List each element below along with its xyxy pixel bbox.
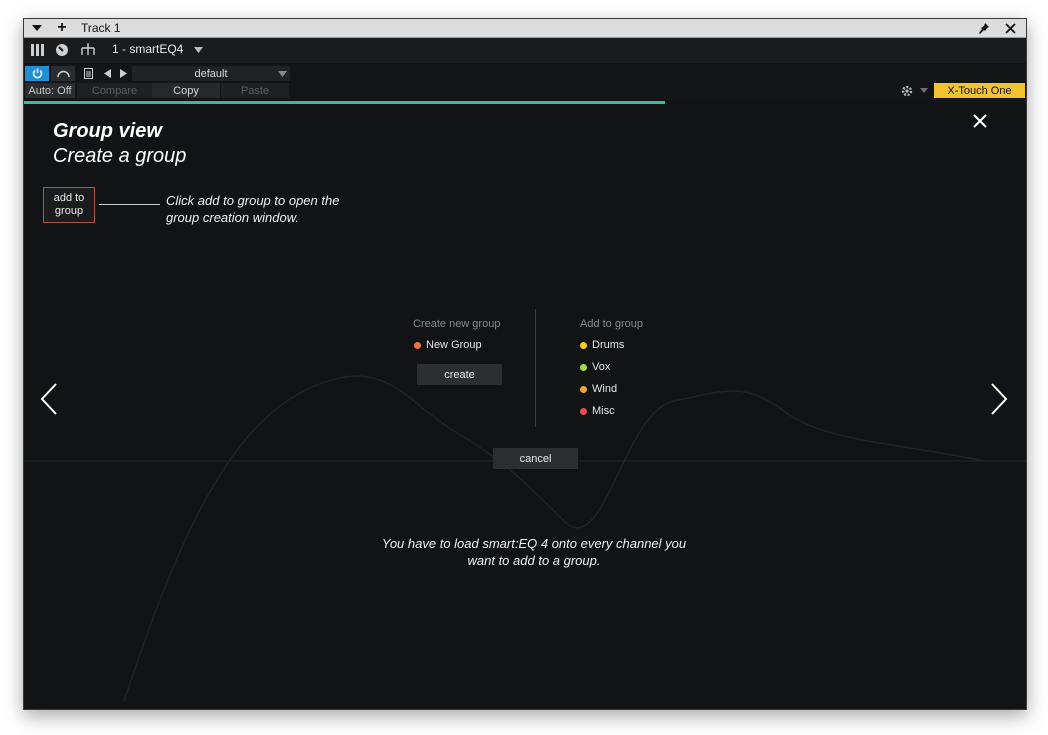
- group-item-wind[interactable]: Wind: [580, 383, 617, 395]
- pin-icon[interactable]: [976, 19, 992, 37]
- settings-dropdown-icon[interactable]: [918, 83, 930, 98]
- tutorial-subtitle: Create a group: [53, 145, 187, 167]
- group-item-misc[interactable]: Misc: [580, 405, 615, 417]
- plugin-name[interactable]: 1 - smartEQ4: [112, 42, 183, 56]
- auto-off-button[interactable]: Auto: Off: [25, 83, 75, 98]
- copy-button[interactable]: Copy: [152, 83, 220, 98]
- create-group-header: Create new group: [413, 318, 501, 330]
- vox-color-dot: [580, 363, 587, 371]
- group-label: Misc: [592, 405, 615, 417]
- power-icon[interactable]: [25, 66, 49, 81]
- tutorial-title: Group view: [53, 120, 162, 142]
- preset-select[interactable]: default: [132, 66, 290, 81]
- group-label: Vox: [592, 361, 611, 373]
- paste-button[interactable]: Paste: [221, 83, 289, 98]
- preset-dropdown-icon[interactable]: [274, 66, 290, 81]
- next-preset-icon[interactable]: [117, 66, 129, 81]
- add-to-group-label: add to group: [53, 192, 85, 217]
- group-item-drums[interactable]: Drums: [580, 339, 624, 351]
- group-label: Drums: [592, 339, 625, 351]
- window-title: Track 1: [81, 21, 121, 35]
- tutorial-hint: Click add to group to open the group cre…: [166, 193, 340, 225]
- tutorial-note: You have to load smart:EQ 4 onto every c…: [381, 536, 687, 568]
- knob-icon[interactable]: [51, 40, 73, 60]
- add-icon[interactable]: +: [55, 19, 69, 37]
- callout-line: [99, 204, 160, 205]
- chevron-down-icon[interactable]: [187, 40, 209, 60]
- controller-button[interactable]: X-Touch One: [934, 83, 1025, 98]
- dropdown-arrow-icon[interactable]: [30, 19, 44, 37]
- create-button[interactable]: create: [417, 364, 502, 385]
- group-item-vox[interactable]: Vox: [580, 361, 610, 373]
- dialog-divider: [535, 309, 536, 427]
- compare-button[interactable]: Compare: [77, 83, 152, 98]
- wind-color-dot: [580, 385, 587, 393]
- close-tutorial-icon[interactable]: [972, 109, 988, 135]
- preset-file-icon[interactable]: [80, 66, 96, 81]
- preset-bar: default Auto: Off Compare Copy Paste X-T…: [24, 64, 1026, 100]
- title-bar: + Track 1: [24, 19, 1026, 38]
- add-to-group-button[interactable]: add to group: [43, 187, 95, 223]
- routing-icon[interactable]: [77, 40, 99, 60]
- tutorial-overlay: Group view Create a group add to group C…: [24, 101, 1026, 709]
- group-label: Wind: [592, 383, 618, 395]
- new-group-color-dot: [414, 341, 421, 349]
- previous-step-icon[interactable]: [40, 383, 58, 420]
- new-group-item[interactable]: New Group: [414, 339, 482, 351]
- bars-icon[interactable]: [27, 40, 49, 60]
- prev-preset-icon[interactable]: [101, 66, 113, 81]
- add-group-header: Add to group: [580, 318, 643, 330]
- drums-color-dot: [580, 341, 587, 349]
- automation-icon[interactable]: [51, 66, 75, 81]
- cancel-button[interactable]: cancel: [493, 448, 578, 469]
- gear-icon[interactable]: [898, 83, 916, 98]
- next-step-icon[interactable]: [990, 383, 1008, 420]
- misc-color-dot: [580, 407, 587, 415]
- new-group-label: New Group: [426, 339, 482, 351]
- close-window-icon[interactable]: [1002, 19, 1018, 37]
- plugin-window: + Track 1 1 - smartEQ4 default Auto: Off…: [23, 18, 1027, 710]
- tutorial-progress-bar: [24, 101, 666, 104]
- plugin-selector-bar: 1 - smartEQ4: [24, 38, 1026, 63]
- preset-value: default: [194, 67, 228, 80]
